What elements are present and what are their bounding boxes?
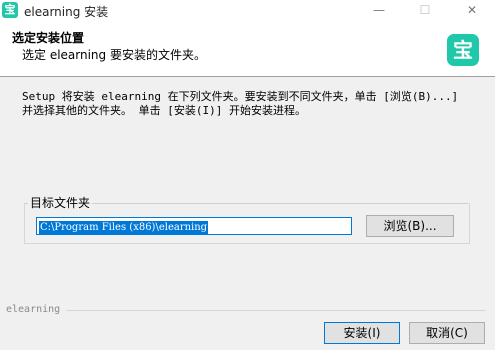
wizard-header: 选定安装位置 选定 elearning 要安装的文件夹。 宝 [0,22,495,76]
install-path-input[interactable]: C:\Program Files (x86)\elearning [36,217,352,235]
instructions-text: Setup 将安装 elearning 在下列文件夹。要安装到不同文件夹，单击 … [22,90,459,117]
close-button[interactable]: ✕ [449,0,495,22]
page-subtitle: 选定 elearning 要安装的文件夹。 [22,48,206,62]
destination-label-text: 目标文件夹 [30,196,91,210]
footer-divider [66,310,486,311]
destination-group-label: 目标文件夹 [28,194,93,211]
app-icon: 宝 [2,2,18,18]
cancel-button[interactable]: 取消(C) [409,322,485,344]
install-button[interactable]: 安装(I) [324,322,400,344]
maximize-button[interactable]: ☐ [402,0,448,22]
minimize-button[interactable]: — [356,0,402,22]
brand-logo-icon: 宝 [447,34,479,66]
page-title: 选定安装位置 [12,31,85,45]
browse-button[interactable]: 浏览(B)... [366,215,454,237]
title-bar: 宝 elearning 安装 — ☐ ✕ [0,0,495,22]
install-path-value: C:\Program Files (x86)\elearning [39,221,209,235]
window-title: elearning 安装 [24,5,109,19]
footer-brand-text: elearning [6,304,61,315]
